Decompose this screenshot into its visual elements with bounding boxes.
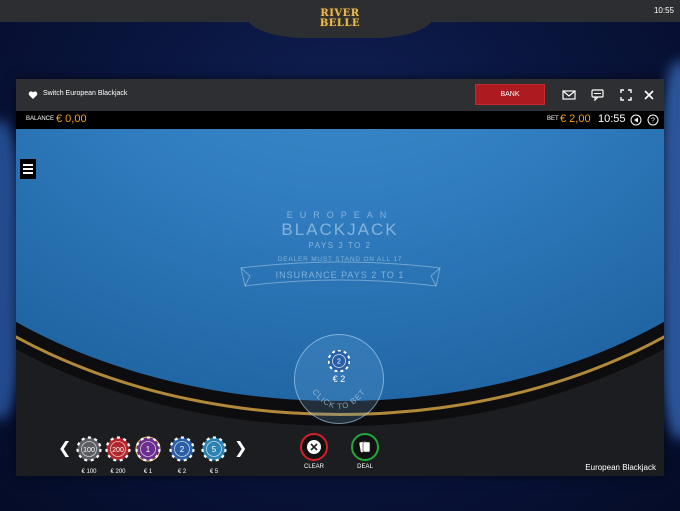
status-bar: BALANCE € 0,00 BET € 2,00 10:55 ? [16, 111, 664, 129]
chevron-left-icon[interactable]: ❮ [58, 438, 71, 457]
deal-button-circle[interactable] [351, 433, 379, 461]
game-clock: 10:55 [598, 113, 626, 125]
sound-icon[interactable] [630, 114, 642, 126]
heart-icon[interactable] [28, 90, 38, 100]
bet-spot-text: CLICK TO BET [310, 387, 366, 411]
chip-label: € 2 [177, 469, 187, 475]
chip-label: € 1 [143, 469, 153, 475]
balance-value: € 0,00 [56, 113, 87, 125]
chip-1[interactable]: 1 € 1 [134, 436, 162, 475]
site-logo[interactable]: RIVER BELLE [245, 0, 435, 38]
chip-5-icon[interactable]: 5 [201, 436, 227, 462]
game-window: Switch European Blackjack BANK BALANCE €… [16, 79, 664, 476]
envelope-icon[interactable] [562, 88, 576, 102]
chevron-right-icon[interactable]: ❯ [234, 438, 247, 457]
chip-1-icon[interactable]: 1 [135, 436, 161, 462]
blackjack-table: EUROPEAN BLACKJACK PAYS 3 TO 2 DEALER MU… [16, 129, 664, 430]
felt-payout-text: PAYS 3 TO 2 [308, 241, 372, 250]
placed-chip: 2 [328, 350, 350, 372]
menu-icon[interactable] [20, 159, 36, 179]
chip-value: 5 [212, 445, 217, 454]
svg-text:CLICK TO BET: CLICK TO BET [310, 387, 367, 411]
chip-label: € 100 [81, 469, 97, 475]
bank-button[interactable]: BANK [475, 84, 545, 105]
clear-label: CLEAR [303, 464, 324, 470]
chip-label: € 5 [209, 469, 219, 475]
chat-icon[interactable] [591, 88, 605, 102]
close-icon[interactable] [642, 88, 656, 102]
bet-label: BET [547, 116, 559, 122]
svg-text:?: ? [651, 118, 655, 125]
chip-value: 100 [83, 447, 95, 454]
chip-200[interactable]: 200 € 200 [104, 436, 132, 475]
chip-value: 1 [146, 445, 151, 454]
help-icon[interactable]: ? [647, 114, 659, 126]
chip-200-icon[interactable]: 200 [105, 436, 131, 462]
cards-icon [359, 441, 371, 453]
fullscreen-icon[interactable] [619, 88, 633, 102]
bet-value: € 2,00 [560, 113, 591, 125]
deal-label: DEAL [357, 464, 373, 470]
chip-value: 200 [112, 447, 124, 454]
device-clock: 10:55 [653, 6, 674, 15]
chip-100[interactable]: 100 € 100 [75, 436, 103, 475]
felt-title-european: EUROPEAN [286, 210, 394, 220]
chip-label: € 200 [110, 469, 126, 475]
clear-icon [307, 440, 321, 454]
clear-button[interactable]: CLEAR [299, 433, 329, 470]
felt-title-blackjack: BLACKJACK [281, 220, 399, 239]
chip-2[interactable]: 2 € 2 [168, 436, 196, 475]
chip-value: 2 [180, 445, 185, 454]
logo-text-bottom: BELLE [319, 18, 361, 29]
balance-label: BALANCE [26, 116, 55, 122]
game-window-header: Switch European Blackjack BANK [16, 79, 664, 111]
bet-controls: ❮ 100 € 100 200 € 200 1 € 1 2 € 2 5 € 5 ❯ CLEAR D… [16, 430, 664, 476]
placed-chip-value: 2 [337, 359, 341, 366]
game-name: European Blackjack [585, 463, 656, 472]
clear-button-circle[interactable] [300, 433, 328, 461]
chip-2-icon[interactable]: 2 [169, 436, 195, 462]
game-window-title: Switch European Blackjack [43, 90, 128, 97]
felt-insurance-text: INSURANCE PAYS 2 TO 1 [275, 270, 405, 280]
placed-bet-amount: € 2 [332, 374, 346, 384]
chip-100-icon[interactable]: 100 [76, 436, 102, 462]
chip-5[interactable]: 5 € 5 [200, 436, 228, 475]
deal-button[interactable]: DEAL [350, 433, 380, 470]
